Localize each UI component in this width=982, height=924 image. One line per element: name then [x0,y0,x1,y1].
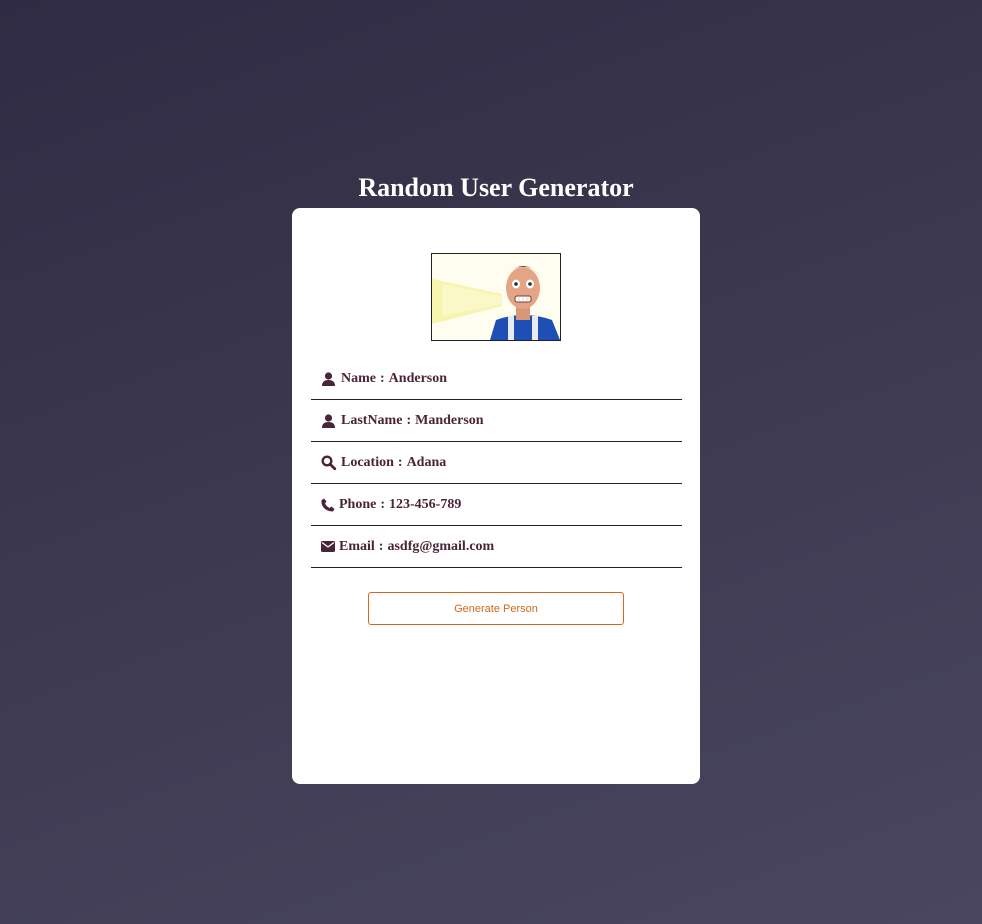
phone-icon [320,497,336,513]
profile-field-location: Location : Adana [311,442,682,484]
field-value: Adana [406,454,447,470]
generate-person-button[interactable]: Generate Person [368,592,624,625]
field-value: Manderson [415,412,484,428]
profile-field-lastname: LastName : Manderson [311,400,682,442]
field-separator: : [380,370,385,386]
field-label: Location [341,454,394,470]
profile-field-email: Email : asdfg@gmail.com [311,526,682,568]
profile-field-phone: Phone : 123-456-789 [311,484,682,526]
field-separator: : [380,496,386,512]
field-separator: : [397,454,403,470]
user-card: Name : Anderson LastName : Manderson Loc… [292,208,700,784]
field-label: LastName [341,412,403,428]
field-label: Phone [339,496,377,512]
field-value: Anderson [388,370,448,386]
field-value: asdfg@gmail.com [387,538,495,554]
page-title: Random User Generator [358,173,634,202]
envelope-icon [320,539,336,555]
user-icon [320,371,336,387]
avatar-photo [432,254,560,340]
field-label: Name [341,370,376,386]
field-label: Email [339,538,375,554]
field-separator: : [406,412,412,428]
field-separator: : [378,538,384,554]
avatar [431,253,561,341]
search-icon [320,455,336,471]
profile-info-list: Name : Anderson LastName : Manderson Loc… [311,358,682,568]
user-icon [320,413,336,429]
field-value: 123-456-789 [389,496,462,512]
profile-field-name: Name : Anderson [311,358,682,400]
